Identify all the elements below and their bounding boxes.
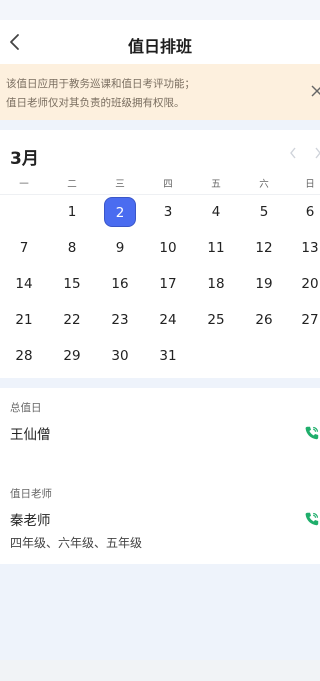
day-cell[interactable]: 13 bbox=[294, 233, 320, 263]
day-cell[interactable]: 20 bbox=[294, 269, 320, 299]
weekday-label: 四 bbox=[163, 179, 173, 190]
phone-icon[interactable] bbox=[304, 511, 320, 527]
day-cell[interactable]: 11 bbox=[200, 233, 232, 263]
day-cell[interactable]: 27 bbox=[294, 305, 320, 335]
day-cell[interactable]: 8 bbox=[56, 233, 88, 263]
day-cell[interactable]: 28 bbox=[8, 341, 40, 371]
day-cell[interactable]: 23 bbox=[104, 305, 136, 335]
day-cell[interactable]: 24 bbox=[152, 305, 184, 335]
day-cell[interactable]: 6 bbox=[294, 197, 320, 227]
weekday-label: 三 bbox=[115, 179, 125, 190]
day-cell[interactable]: 14 bbox=[8, 269, 40, 299]
weekday-header: 一二三四五六日 bbox=[0, 176, 320, 192]
header: 值日排班 bbox=[0, 20, 320, 64]
weekday-label: 一 bbox=[19, 179, 29, 190]
weekday-divider bbox=[0, 194, 320, 195]
day-cell[interactable]: 17 bbox=[152, 269, 184, 299]
weekday-label: 二 bbox=[67, 179, 77, 190]
day-cell[interactable]: 19 bbox=[248, 269, 280, 299]
notice-line-1: 该值日应用于教务巡课和值日考评功能； bbox=[6, 78, 195, 90]
weekday-label: 五 bbox=[211, 179, 221, 190]
day-cell[interactable]: 5 bbox=[248, 197, 280, 227]
next-month-chevron-icon[interactable] bbox=[313, 146, 320, 160]
calendar-card: 3月 一二三四五六日 1 2 3 4 5 6 7 8 9 10 11 12 13 14 15 16 17 18 19… bbox=[0, 130, 320, 378]
duty-card: 总值日 王仙僧 值日老师 秦老师 四年级、六年级、五年级 bbox=[0, 388, 320, 564]
close-icon[interactable] bbox=[311, 84, 320, 98]
bottom-nav-area bbox=[0, 660, 320, 681]
day-cell[interactable]: 3 bbox=[152, 197, 184, 227]
day-cell[interactable]: 4 bbox=[200, 197, 232, 227]
weekday-label: 日 bbox=[305, 179, 315, 190]
month-title: 3月 bbox=[10, 149, 39, 169]
day-cell[interactable]: 31 bbox=[152, 341, 184, 371]
day-cell[interactable]: 30 bbox=[104, 341, 136, 371]
day-cell[interactable]: 26 bbox=[248, 305, 280, 335]
duty-teacher-label: 值日老师 bbox=[10, 488, 52, 500]
day-cell[interactable]: 18 bbox=[200, 269, 232, 299]
phone-icon[interactable] bbox=[304, 425, 320, 441]
day-cell[interactable]: 21 bbox=[8, 305, 40, 335]
status-bar-area bbox=[0, 0, 320, 20]
day-cell[interactable]: 25 bbox=[200, 305, 232, 335]
day-cell[interactable]: 15 bbox=[56, 269, 88, 299]
day-cell[interactable]: 22 bbox=[56, 305, 88, 335]
day-cell[interactable]: 10 bbox=[152, 233, 184, 263]
weekday-label: 六 bbox=[259, 179, 269, 190]
duty-teacher-grades: 四年级、六年级、五年级 bbox=[10, 536, 143, 550]
notice-line-2: 值日老师仅对其负责的班级拥有权限。 bbox=[6, 97, 185, 109]
selected-day-cell[interactable]: 2 bbox=[104, 197, 136, 227]
duty-teacher-name: 秦老师 bbox=[10, 513, 51, 529]
chief-duty-name: 王仙僧 bbox=[10, 427, 51, 443]
page-title: 值日排班 bbox=[127, 37, 192, 56]
day-cell[interactable]: 12 bbox=[248, 233, 280, 263]
notice-banner: 该值日应用于教务巡课和值日考评功能； 值日老师仅对其负责的班级拥有权限。 bbox=[0, 64, 320, 120]
day-cell[interactable]: 7 bbox=[8, 233, 40, 263]
day-cell[interactable]: 1 bbox=[56, 197, 88, 227]
day-cell[interactable]: 29 bbox=[56, 341, 88, 371]
day-cell[interactable]: 9 bbox=[104, 233, 136, 263]
chief-duty-label: 总值日 bbox=[10, 402, 42, 414]
prev-month-chevron-icon[interactable] bbox=[288, 146, 298, 160]
day-cell[interactable]: 16 bbox=[104, 269, 136, 299]
